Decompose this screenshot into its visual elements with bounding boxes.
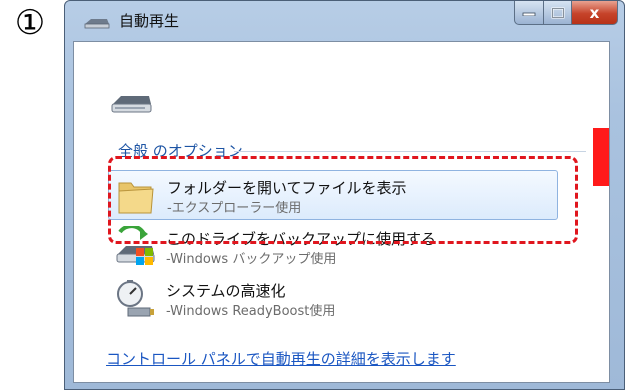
option-subtitle: -Windows ReadyBoost使用: [166, 304, 336, 319]
window-title: 自動再生: [119, 12, 180, 30]
option-title: システムの高速化: [166, 282, 286, 300]
title-bar[interactable]: 自動再生 x: [65, 1, 624, 41]
step-number-badge: ①: [14, 3, 46, 43]
window-content: 全般 のオプション フォルダーを開いてファイルを表示 -エクスプローラー使用 こ…: [73, 41, 610, 383]
maximize-button[interactable]: [544, 1, 572, 25]
close-icon: x: [589, 3, 600, 22]
red-dashed-highlight: [108, 156, 578, 244]
maximize-icon: [551, 7, 564, 18]
drive-title-icon: [84, 19, 110, 29]
section-divider: [234, 151, 586, 152]
minimize-icon: [522, 12, 536, 16]
removable-drive-icon: [111, 96, 152, 113]
readyboost-icon: [117, 280, 154, 317]
option-readyboost[interactable]: システムの高速化 -Windows ReadyBoost使用: [108, 274, 558, 324]
option-subtitle: -Windows バックアップ使用: [166, 252, 337, 267]
minimize-button[interactable]: [514, 1, 544, 25]
caption-buttons: x: [514, 1, 618, 25]
red-annotation-marker: [593, 128, 609, 186]
close-button[interactable]: x: [572, 1, 618, 25]
autoplay-settings-link[interactable]: コントロール パネルで自動再生の詳細を表示します: [106, 348, 456, 369]
autoplay-window: 自動再生 x 全般 のオプション フォルダーを開いてファイルを表示 -エクスプロ…: [64, 0, 625, 390]
